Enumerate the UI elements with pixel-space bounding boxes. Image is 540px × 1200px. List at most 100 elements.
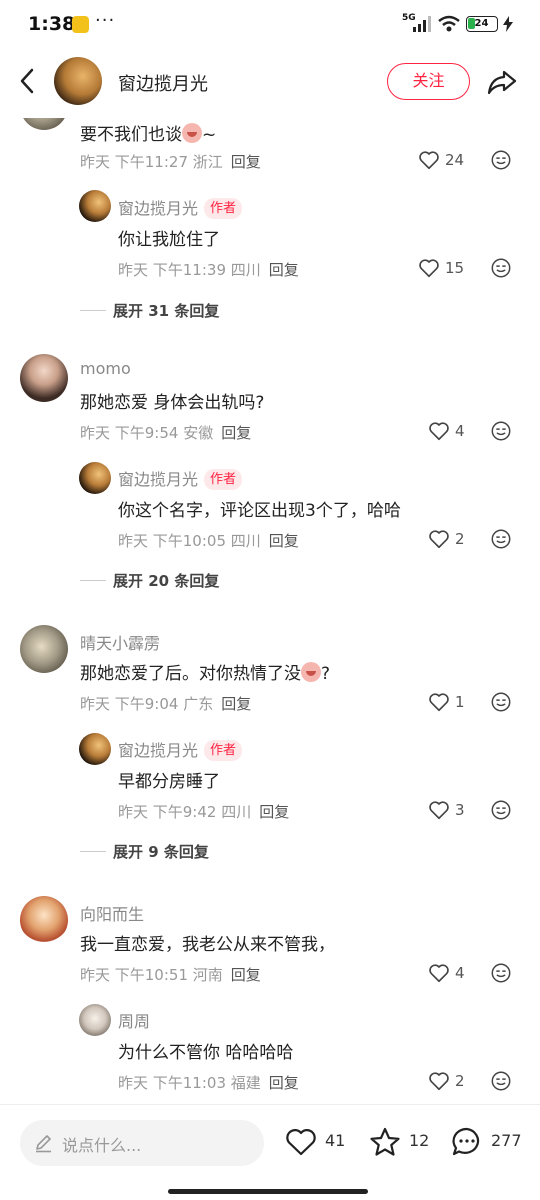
author-badge: 作者 xyxy=(204,740,243,761)
expand-replies-button[interactable]: 展开 9 条回复 xyxy=(113,841,209,862)
emoji-reaction-icon[interactable] xyxy=(490,1070,512,1092)
comment-list[interactable]: 要不我们也谈 ~ 昨天 下午11:27 浙江 回复 24 窗边揽月光 作者 你让我尬住… xyxy=(0,118,540,1103)
author-badge: 作者 xyxy=(204,469,243,490)
heart-icon[interactable] xyxy=(428,420,450,442)
reply-author-name[interactable]: 周周 xyxy=(118,1008,150,1032)
comment-meta: 昨天 下午9:04 广东 回复 xyxy=(80,695,252,713)
comment-input-placeholder: 说点什么... xyxy=(62,1136,142,1155)
reply-author-name[interactable]: 窗边揽月光 作者 xyxy=(118,466,243,490)
notification-app-icon xyxy=(72,16,89,33)
reply-button[interactable]: 回复 xyxy=(231,966,261,984)
bottom-action-bar: 说点什么... 41 12 277 xyxy=(0,1104,540,1200)
reply-button[interactable]: 回复 xyxy=(269,532,299,550)
wifi-icon xyxy=(438,15,460,32)
expand-replies-button[interactable]: 展开 20 条回复 xyxy=(113,570,219,591)
heart-icon[interactable] xyxy=(428,799,450,821)
commenter-avatar[interactable] xyxy=(20,625,68,673)
reply-author-name[interactable]: 窗边揽月光 作者 xyxy=(118,195,243,219)
reply-meta: 昨天 下午10:05 四川 回复 xyxy=(118,532,299,550)
comment-total: 277 xyxy=(491,1131,522,1150)
commenter-name[interactable]: 向阳而生 xyxy=(80,901,144,925)
charging-icon xyxy=(503,16,513,32)
comment-text: 那她恋爱了后。对你热情了没? xyxy=(80,662,331,684)
emoji-reaction-icon[interactable] xyxy=(490,528,512,550)
reply-avatar[interactable] xyxy=(79,462,111,494)
signal-icon xyxy=(413,16,431,32)
reply-button[interactable]: 回复 xyxy=(259,803,289,821)
battery-icon: 24 xyxy=(466,16,498,32)
commenter-name[interactable]: 晴天小霹雳 xyxy=(80,630,160,654)
reply-meta: 昨天 下午11:39 四川 回复 xyxy=(118,261,299,279)
emoji-reaction-icon[interactable] xyxy=(490,691,512,713)
divider xyxy=(80,310,106,311)
reply-meta: 昨天 下午9:42 四川 回复 xyxy=(118,803,290,821)
author-badge: 作者 xyxy=(204,198,243,219)
like-count: 24 xyxy=(445,151,465,169)
emoji-reaction-icon[interactable] xyxy=(490,420,512,442)
like-heart-icon[interactable] xyxy=(284,1125,318,1159)
reply-text: 你这个名字，评论区出现3个了，哈哈 xyxy=(118,501,401,521)
emoji-reaction-icon[interactable] xyxy=(490,799,512,821)
star-icon[interactable] xyxy=(368,1125,402,1159)
status-time: 1:38 xyxy=(28,13,76,35)
reply-meta: 昨天 下午11:03 福建 回复 xyxy=(118,1074,299,1092)
reply-avatar[interactable] xyxy=(79,1004,111,1036)
reply-button[interactable]: 回复 xyxy=(231,153,261,171)
share-icon[interactable] xyxy=(486,66,518,98)
reply-text: 为什么不管你 哈哈哈哈 xyxy=(118,1043,294,1063)
reply-button[interactable]: 回复 xyxy=(269,261,299,279)
commenter-name[interactable]: momo xyxy=(80,359,131,378)
heart-icon[interactable] xyxy=(428,962,450,984)
comment-meta: 昨天 下午9:54 安徽 回复 xyxy=(80,424,252,442)
author-avatar[interactable] xyxy=(54,57,102,105)
comment-meta: 昨天 下午10:51 河南 回复 xyxy=(80,966,261,984)
commenter-avatar[interactable] xyxy=(20,118,68,130)
reply-avatar[interactable] xyxy=(79,733,111,765)
reply-button[interactable]: 回复 xyxy=(221,424,251,442)
pencil-icon xyxy=(36,1135,51,1153)
like-count: 15 xyxy=(445,259,465,277)
like-count: 2 xyxy=(455,530,465,548)
like-count: 4 xyxy=(455,964,465,982)
expand-replies-button[interactable]: 展开 31 条回复 xyxy=(113,300,219,321)
star-total: 12 xyxy=(409,1131,430,1150)
commenter-avatar[interactable] xyxy=(20,354,68,402)
like-count: 1 xyxy=(455,693,465,711)
battery-level: 24 xyxy=(474,18,489,29)
reply-button[interactable]: 回复 xyxy=(269,1074,299,1092)
reply-avatar[interactable] xyxy=(79,190,111,222)
back-arrow-icon[interactable] xyxy=(14,64,44,98)
like-count: 3 xyxy=(455,801,465,819)
comment-input[interactable]: 说点什么... xyxy=(20,1120,264,1166)
emoji-reaction-icon[interactable] xyxy=(490,257,512,279)
reply-button[interactable]: 回复 xyxy=(221,695,251,713)
divider xyxy=(80,580,106,581)
heart-icon[interactable] xyxy=(418,257,440,279)
author-name[interactable]: 窗边揽月光 xyxy=(118,70,208,96)
comment-text: 那她恋爱 身体会出轨吗? xyxy=(80,393,265,413)
divider xyxy=(80,851,106,852)
comment-text: 要不我们也谈 ~ xyxy=(80,123,217,145)
like-count: 2 xyxy=(455,1072,465,1090)
heart-icon[interactable] xyxy=(418,149,440,171)
comment-meta: 昨天 下午11:27 浙江 回复 xyxy=(80,153,261,171)
comment-bubble-icon[interactable] xyxy=(450,1125,484,1159)
like-count: 4 xyxy=(455,422,465,440)
reply-author-name[interactable]: 窗边揽月光 作者 xyxy=(118,737,243,761)
heart-icon[interactable] xyxy=(428,1070,450,1092)
emoji-icon xyxy=(182,123,202,143)
follow-button[interactable]: 关注 xyxy=(387,63,470,100)
commenter-avatar[interactable] xyxy=(20,896,68,944)
reply-text: 早都分房睡了 xyxy=(118,772,220,792)
home-indicator[interactable] xyxy=(168,1189,368,1194)
heart-icon[interactable] xyxy=(428,691,450,713)
heart-icon[interactable] xyxy=(428,528,450,550)
reply-text: 你让我尬住了 xyxy=(118,230,220,250)
more-notifications-icon: ··· xyxy=(95,10,116,31)
emoji-reaction-icon[interactable] xyxy=(490,149,512,171)
comment-text: 我一直恋爱，我老公从来不管我， xyxy=(80,935,335,955)
header: 窗边揽月光 关注 xyxy=(0,46,540,118)
like-total: 41 xyxy=(325,1131,346,1150)
status-bar: 1:38 ··· 5G 24 xyxy=(0,0,540,46)
emoji-reaction-icon[interactable] xyxy=(490,962,512,984)
